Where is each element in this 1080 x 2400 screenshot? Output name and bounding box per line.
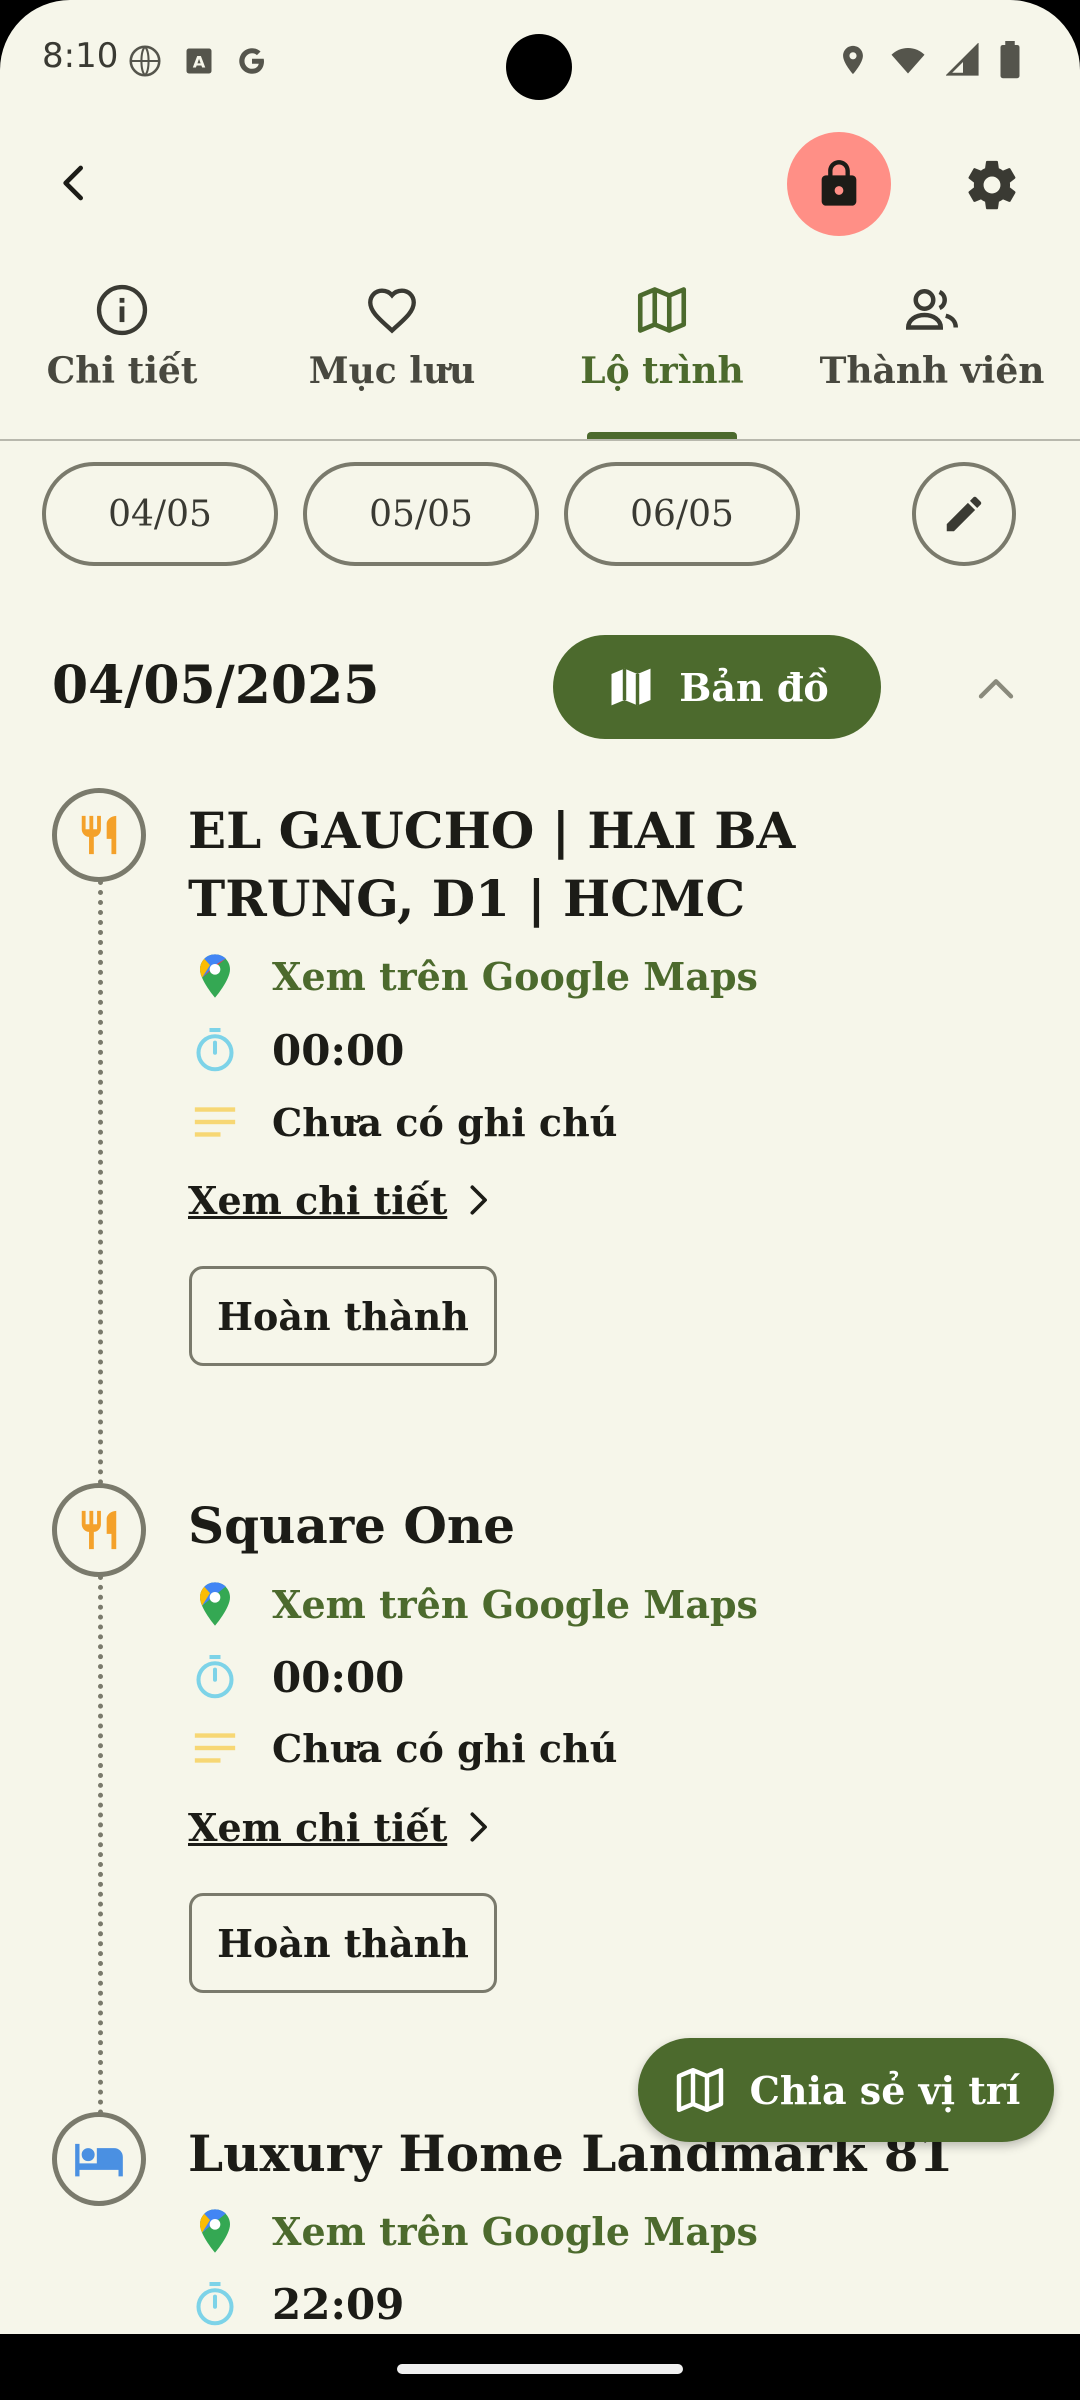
place-title: Square One [188,1496,516,1555]
view-details-link[interactable]: Xem chi tiết [188,1797,489,1857]
stop-note: Chưa có ghi chú [272,1725,618,1771]
time-row: 00:00 [188,1020,404,1080]
google-maps-pin-icon [200,2209,230,2253]
app-screen: 8:10 A Chi tiết Mục lưu Lộ trình Thành v… [0,0,1080,2334]
chevron-right-icon [470,1185,488,1215]
maps-link-label: Xem trên Google Maps [272,2208,758,2254]
heart-icon [368,288,416,334]
timer-icon [196,1028,234,1072]
stop-time: 00:00 [272,1025,405,1075]
google-maps-pin-icon [200,1582,230,1626]
google-icon [239,48,264,74]
lock-icon [821,160,857,206]
date-chip[interactable]: 04/05 [42,462,278,566]
google-maps-link[interactable]: Xem trên Google Maps [188,946,758,1006]
tab-label: Mục lưu [308,350,476,392]
share-location-button[interactable]: Chia sẻ vị trí [638,2038,1054,2142]
camera-cutout [506,34,572,100]
svg-text:A: A [193,52,206,71]
signal-icon [946,43,979,76]
map-icon [676,2067,723,2113]
tab-label: Chi tiết [46,350,198,392]
timeline-connector [98,1575,103,2115]
info-icon [96,284,148,336]
note-row: Chưa có ghi chú [188,1718,617,1778]
timeline-node [52,2112,146,2206]
timer-icon [196,1655,234,1699]
map-icon [611,668,651,706]
stop-time: 22:09 [272,2279,405,2329]
tab-divider [0,439,1080,441]
date-chip[interactable]: 05/05 [303,462,539,566]
battery-icon [1000,41,1020,79]
pencil-icon [946,496,982,532]
map-button[interactable]: Bản đồ [553,635,881,739]
restaurant-icon [81,1510,117,1550]
view-details-label: Xem chi tiết [188,1804,448,1850]
complete-button[interactable]: Hoàn thành [189,1893,497,1993]
map-icon [637,287,687,333]
tab-itinerary[interactable]: Lộ trình [527,280,797,440]
people-icon [905,289,958,330]
globe-icon [129,45,161,77]
back-arrow-icon [63,165,83,201]
timeline-connector [98,880,103,1485]
view-details-link[interactable]: Xem chi tiết [188,1170,489,1230]
time-row: 22:09 [188,2274,404,2334]
map-button-label: Bản đồ [679,664,829,710]
app-a-icon: A [186,48,212,74]
status-system-icons [836,40,1022,80]
share-location-label: Chia sẻ vị trí [749,2067,1021,2113]
stop-time: 00:00 [272,1652,405,1702]
stop-note: Chưa có ghi chú [272,1099,618,1145]
settings-button[interactable] [954,150,1030,220]
view-details-label: Xem chi tiết [188,1177,448,1223]
status-time: 8:10 [42,36,119,76]
google-maps-pin-icon [200,954,230,998]
chevron-right-icon [470,1812,488,1842]
collapse-button[interactable] [966,660,1026,716]
status-app-icons: A [126,42,270,80]
date-chip[interactable]: 06/05 [564,462,800,566]
lock-button[interactable] [787,132,891,236]
timeline-node [52,788,146,882]
maps-link-label: Xem trên Google Maps [272,1581,758,1627]
back-button[interactable] [44,150,104,216]
edit-dates-button[interactable] [912,462,1016,566]
chevron-up-icon [978,679,1014,699]
tab-members[interactable]: Thành viên [797,280,1067,440]
wifi-icon [891,48,925,74]
complete-button[interactable]: Hoàn thành [189,1266,497,1366]
maps-link-label: Xem trên Google Maps [272,953,758,999]
restaurant-icon [81,815,117,855]
google-maps-link[interactable]: Xem trên Google Maps [188,1574,758,1634]
notes-icon [194,1107,236,1137]
bed-icon [75,2143,123,2177]
tab-label: Lộ trình [580,350,744,392]
timer-icon [196,2282,234,2326]
time-row: 00:00 [188,1647,404,1707]
note-row: Chưa có ghi chú [188,1092,617,1152]
notes-icon [194,1733,236,1763]
place-title: EL GAUCHO | HAI BA TRUNG, D1 | HCMC [188,801,796,928]
tab-label: Thành viên [819,350,1045,392]
gear-icon [968,160,1016,210]
gesture-nav-handle[interactable] [397,2364,683,2374]
google-maps-link[interactable]: Xem trên Google Maps [188,2201,758,2261]
tab-details[interactable]: Chi tiết [0,280,257,440]
timeline-node [52,1483,146,1577]
day-title: 04/05/2025 [52,655,380,716]
location-icon [843,45,863,75]
tab-saved[interactable]: Mục lưu [257,280,527,440]
